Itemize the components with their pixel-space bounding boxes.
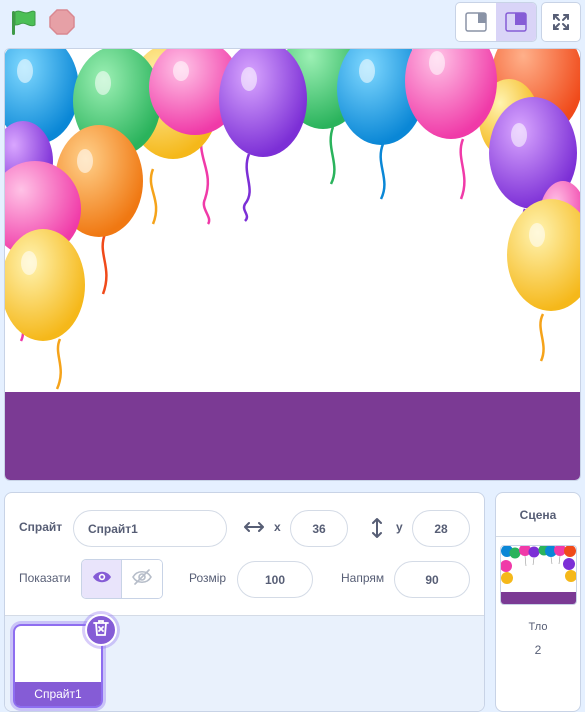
stage-panel[interactable]: Сцена Тло 2: [495, 492, 581, 712]
sprite-tile-name: Спрайт1: [15, 682, 101, 706]
stage-panel-title: Сцена: [496, 493, 580, 537]
stop-icon[interactable]: [48, 8, 76, 36]
y-input[interactable]: 28: [412, 510, 470, 547]
direction-input[interactable]: 90: [394, 561, 470, 598]
show-sprite-button[interactable]: [82, 560, 123, 598]
x-label: x: [274, 520, 281, 534]
visibility-toggle: [81, 559, 163, 599]
x-input[interactable]: 36: [290, 510, 348, 547]
fullscreen-icon[interactable]: [541, 2, 581, 42]
delete-sprite-button[interactable]: [85, 614, 117, 646]
size-input[interactable]: 100: [237, 561, 313, 598]
sprite-tile[interactable]: Спрайт1: [13, 614, 117, 708]
sprite-label: Спрайт: [19, 520, 63, 534]
backdrops-label: Тло: [528, 621, 548, 633]
sprite-name-input[interactable]: Спрайт1: [73, 510, 227, 547]
sprite-info-panel: Спрайт Спрайт1 x 36 y 28 Показати Розмір…: [4, 492, 485, 712]
sprite-list: Спрайт1: [5, 614, 484, 711]
trash-icon: [93, 619, 109, 642]
size-label: Розмір: [189, 571, 227, 585]
sprite-info: Спрайт Спрайт1 x 36 y 28 Показати Розмір…: [5, 493, 484, 615]
green-flag-icon[interactable]: [8, 8, 38, 36]
y-label: y: [396, 520, 403, 534]
backdrops-count: 2: [534, 643, 542, 657]
stage-canvas[interactable]: [4, 48, 581, 481]
sprite-thumbnail: [19, 630, 97, 678]
stage-size-toggle: [455, 2, 537, 42]
top-bar: [0, 0, 585, 45]
eye-icon: [92, 570, 112, 589]
direction-label: Напрям: [341, 571, 385, 585]
small-stage-icon[interactable]: [456, 3, 496, 41]
y-arrow-icon: [370, 517, 384, 544]
backdrop-thumbnail[interactable]: [500, 545, 577, 605]
eye-slash-icon: [132, 568, 152, 590]
x-arrow-icon: [243, 520, 265, 539]
large-stage-icon[interactable]: [496, 3, 536, 41]
hide-sprite-button[interactable]: [122, 560, 162, 598]
show-label: Показати: [19, 571, 71, 585]
